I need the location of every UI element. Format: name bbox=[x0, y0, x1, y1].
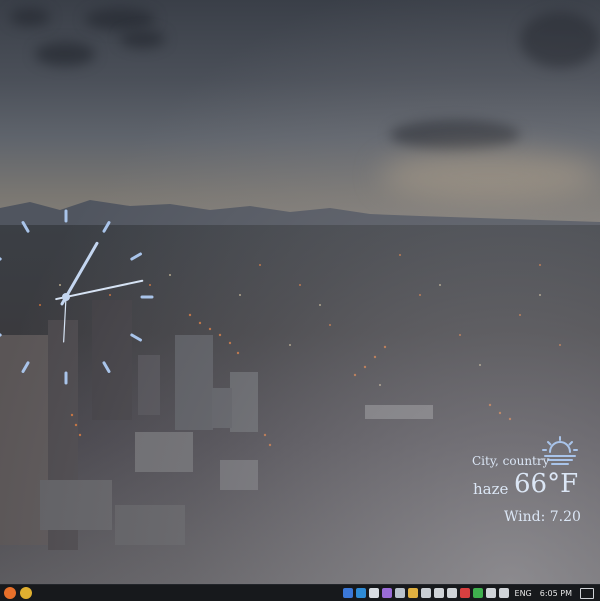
clock-tick bbox=[132, 335, 141, 340]
weather-wind: Wind: 7.20 bbox=[504, 509, 581, 525]
action-center-icon[interactable] bbox=[580, 588, 594, 599]
volume-icon[interactable] bbox=[447, 588, 457, 598]
visual-studio-icon[interactable] bbox=[382, 588, 392, 598]
taskbar-pinned-apps bbox=[0, 587, 32, 599]
clock-tick bbox=[132, 254, 141, 259]
app-icon[interactable] bbox=[408, 588, 418, 598]
steam-icon[interactable] bbox=[395, 588, 405, 598]
network-icon[interactable] bbox=[356, 588, 366, 598]
weather-condition: haze bbox=[473, 480, 508, 498]
taskbar-clock[interactable]: 6:05 PM bbox=[540, 589, 572, 598]
analog-clock-widget[interactable] bbox=[0, 0, 600, 584]
shield-icon[interactable] bbox=[473, 588, 483, 598]
chrome-icon[interactable] bbox=[20, 587, 32, 599]
security-icon[interactable] bbox=[460, 588, 470, 598]
clock-tick bbox=[104, 363, 109, 372]
language-indicator[interactable]: ENG bbox=[515, 589, 532, 598]
clock-tick bbox=[23, 223, 28, 232]
clock-tick bbox=[104, 223, 109, 232]
system-tray: ENG 6:05 PM bbox=[342, 585, 600, 601]
bluetooth-icon[interactable] bbox=[499, 588, 509, 598]
weather-location: City, country bbox=[472, 454, 549, 468]
gear-icon[interactable] bbox=[421, 588, 431, 598]
weather-temperature: 66°F bbox=[514, 469, 578, 499]
tray-icon-list bbox=[342, 588, 511, 598]
taskbar: ENG 6:05 PM bbox=[0, 584, 600, 601]
window-icon[interactable] bbox=[434, 588, 444, 598]
monitor-icon[interactable] bbox=[343, 588, 353, 598]
clock-center-pin bbox=[62, 293, 70, 301]
firefox-icon[interactable] bbox=[4, 587, 16, 599]
clock-tick-marks bbox=[0, 211, 152, 383]
gamepad-icon[interactable] bbox=[369, 588, 379, 598]
sync-icon[interactable] bbox=[486, 588, 496, 598]
clock-tick bbox=[23, 363, 28, 372]
clock-second-hand bbox=[64, 297, 66, 342]
